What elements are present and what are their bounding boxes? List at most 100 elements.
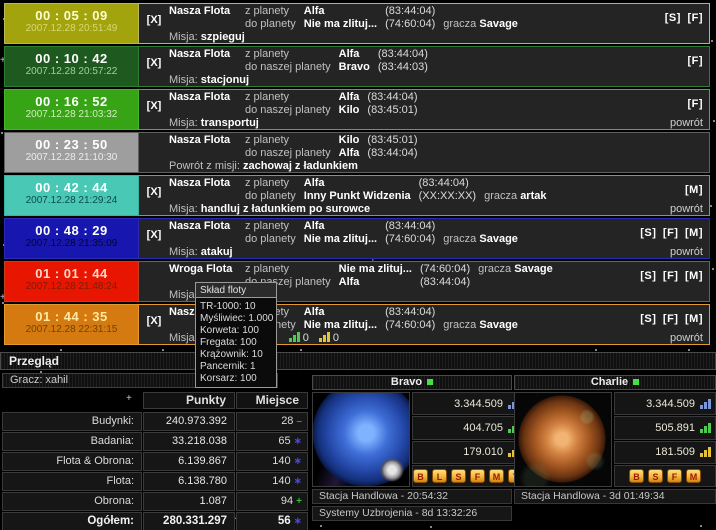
resource-row: 181.509: [614, 441, 716, 464]
mission-name: szpieguj: [201, 31, 245, 43]
return-label: powrót: [670, 246, 703, 258]
tooltip-item: Korweta: 100: [200, 325, 272, 337]
cargo-value: 0: [333, 332, 339, 344]
fleet-name: Nasza Flota: [169, 177, 237, 190]
planet-body: 3.344.509505.891181.509 BSFM: [514, 392, 716, 487]
planet-resources: 3.344.509404.705179.010 BLSFMT: [412, 392, 524, 487]
fleet-name: Nasza Flota: [169, 220, 237, 233]
cancel-link[interactable]: [139, 133, 169, 172]
fleet-info: Nasza Flota z planety Alfa (83:44:04) [S…: [169, 4, 709, 43]
origin-player: [443, 306, 632, 319]
rank-change: +: [296, 493, 302, 510]
resource-list: 3.344.509404.705179.010: [412, 392, 524, 464]
mission-name: handluj z ładunkiem po surowce: [201, 203, 370, 215]
planet-header[interactable]: Charlie: [514, 375, 716, 390]
tooltip-body: TR-1000: 10Myśliwiec: 1.000Korweta: 100F…: [195, 298, 277, 388]
planet-panel-charlie: Charlie 3.344.509505.891181.509 BSFM Sta…: [514, 375, 716, 504]
cancel-link[interactable]: [X]: [139, 176, 169, 215]
dest-preposition: do planety: [245, 233, 296, 246]
stat-rank: 56∗: [236, 512, 308, 530]
resource-list: 3.344.509505.891181.509: [614, 392, 716, 464]
player-prefix: gracza: [484, 190, 517, 202]
cancel-link[interactable]: [X]: [139, 4, 169, 43]
stat-label: Badania:: [2, 432, 142, 451]
cancel-link[interactable]: [X]: [139, 90, 169, 129]
resource-row: 179.010: [412, 441, 524, 464]
dest-player: [436, 61, 679, 74]
origin-planet: Alfa: [304, 5, 377, 18]
resource-value: 3.344.509: [454, 398, 503, 410]
metal-icon: [700, 399, 711, 409]
shortcut-button-f[interactable]: F: [667, 469, 682, 483]
planet-image[interactable]: [514, 392, 612, 487]
stat-rank: 94+: [236, 492, 308, 511]
planet-header[interactable]: Bravo: [312, 375, 512, 390]
tooltip-item: Myśliwiec: 1.000: [200, 313, 272, 325]
dest-planet: Alfa: [339, 147, 360, 160]
player-prefix: gracza: [478, 263, 511, 275]
shortcut-button-l[interactable]: L: [432, 469, 447, 483]
stat-points: 33.218.038: [143, 432, 235, 451]
overview-title-bar: Przegląd: [0, 352, 716, 370]
origin-coords: (74:60:04): [420, 263, 470, 276]
mission-line: Misja: transportuj: [169, 117, 662, 129]
crystal-icon: [700, 423, 711, 433]
dest-preposition: do naszej planety: [245, 147, 331, 160]
cancel-link[interactable]: [139, 262, 169, 301]
planet-resources: 3.344.509505.891181.509 BSFM: [614, 392, 716, 487]
resource-value: 505.891: [655, 422, 695, 434]
stat-rank: 28–: [236, 412, 308, 431]
fleet-name: Nasza Flota: [169, 91, 237, 104]
mission-line: Misja: stacjonuj: [169, 74, 679, 86]
cancel-link[interactable]: [X]: [139, 305, 169, 344]
tooltip-item: Pancernik: 1: [200, 361, 272, 373]
shortcut-button-m[interactable]: M: [686, 469, 701, 483]
shortcut-button-m[interactable]: M: [489, 469, 504, 483]
mission-line: Misja: szpieguj: [169, 31, 657, 43]
player-prefix: gracza: [443, 319, 476, 331]
rank-change: ∗: [294, 453, 302, 470]
origin-preposition: z planety: [245, 5, 296, 18]
origin-player: [436, 48, 679, 61]
dest-coords: (74:60:04): [385, 233, 435, 246]
countdown: 01 : 01 : 44: [5, 266, 138, 281]
origin-planet: Nie ma zlituj...: [339, 263, 412, 276]
rank-change: ∗: [294, 433, 302, 450]
shortcut-button-s[interactable]: S: [451, 469, 466, 483]
fleet-row: 00 : 42 : 44 2007.12.28 21:29:24 [X] Nas…: [4, 175, 710, 216]
fleet-name: Nasza Flota: [169, 134, 237, 147]
fleet-markers: [F]: [687, 55, 703, 68]
cancel-link[interactable]: [X]: [139, 219, 169, 258]
fleet-timer: 00 : 42 : 44 2007.12.28 21:29:24: [5, 176, 139, 215]
origin-player: [426, 134, 695, 147]
planet-image[interactable]: [312, 392, 410, 487]
shortcut-button-s[interactable]: S: [648, 469, 663, 483]
status-bar: Stacja Handlowa - 3d 01:49:34: [514, 489, 716, 504]
fleet-row: 00 : 16 : 52 2007.12.28 21:03:32 [X] Nas…: [4, 89, 710, 130]
origin-coords: (83:44:04): [419, 177, 476, 190]
player-name: Savage: [479, 233, 518, 245]
cargo-list: 00: [279, 332, 339, 344]
shortcut-button-f[interactable]: F: [470, 469, 485, 483]
fleet-list: 00 : 05 : 09 2007.12.28 20:51:49 [X] Nas…: [4, 3, 710, 347]
origin-planet: Alfa: [339, 48, 370, 61]
countdown: 00 : 42 : 44: [5, 180, 138, 195]
dest-player: gracza Savage: [443, 18, 656, 31]
origin-planet: Alfa: [304, 220, 377, 233]
stat-points: 280.331.297: [143, 512, 235, 530]
fleet-timer: 00 : 16 : 52 2007.12.28 21:03:32: [5, 90, 139, 129]
shortcut-buttons: BSFM: [614, 465, 716, 487]
planet-body: 3.344.509404.705179.010 BLSFMT: [312, 392, 512, 487]
origin-coords: (83:44:04): [385, 306, 435, 319]
origin-player: gracza Savage: [478, 263, 632, 276]
shortcut-button-b[interactable]: B: [629, 469, 644, 483]
return-label: powrót: [670, 203, 703, 215]
mission-label: Powrót z misji:: [169, 160, 240, 172]
stats-header-rank: Miejsce: [236, 392, 308, 409]
origin-preposition: z planety: [245, 134, 331, 147]
mission-label: Misja:: [169, 203, 198, 215]
cancel-link[interactable]: [X]: [139, 47, 169, 86]
origin-preposition: z planety: [245, 220, 296, 233]
mission-line: Misja: atakuj: [169, 246, 632, 258]
shortcut-button-b[interactable]: B: [413, 469, 428, 483]
